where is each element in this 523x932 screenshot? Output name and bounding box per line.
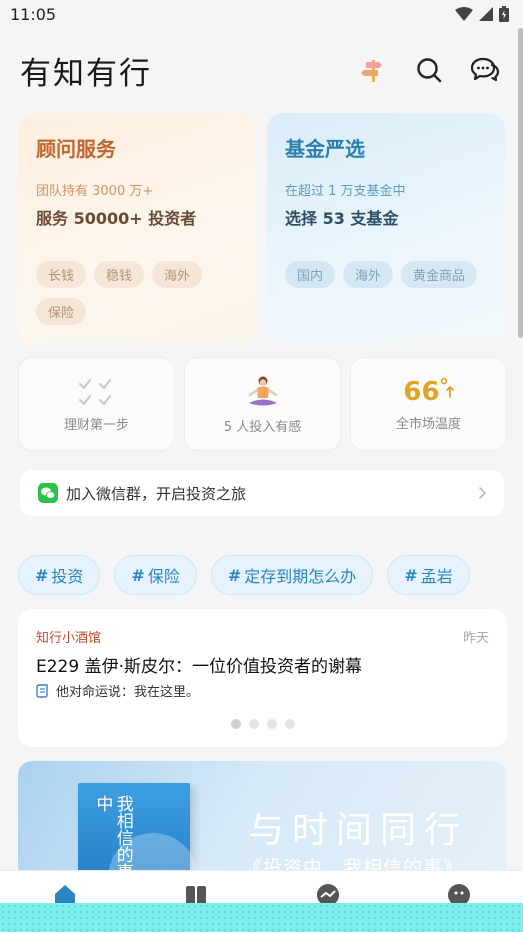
topic-chip[interactable]: # 孟岩 [387,555,470,595]
fund-card-title: 基金严选 [285,137,365,161]
fund-tag[interactable]: 黄金商品 [401,261,478,288]
advisor-tags: 长钱 稳钱 海外 保险 [36,261,236,325]
messages-button[interactable] [469,54,501,86]
chevron-right-icon [479,487,486,499]
temperature-value: 66 [403,376,454,407]
fund-selection-card[interactable]: 基金严选 在超过 1 万支基金中 选择 53 支基金 国内 海外 黄金商品 [267,113,505,343]
advisor-tag[interactable]: 保险 [36,298,87,325]
checklist-icon [78,378,111,405]
temperature-label: 全市场温度 [395,416,461,432]
advisor-tag[interactable]: 稳钱 [94,261,145,288]
search-icon [417,58,442,83]
carousel-dots [18,719,507,729]
podcast-quote: 他对命运说：我在这里。 [36,681,489,700]
fund-tags: 国内 海外 黄金商品 [285,261,485,288]
fund-card-headline: 选择 53 支基金 [285,209,399,228]
meditation-icon [248,376,277,405]
advisor-card-subtitle: 团队持有 3000 万+ [36,184,154,199]
advisor-card-title: 顾问服务 [36,137,116,161]
status-bar: 11:05 [0,0,523,28]
advisor-card-headline: 服务 50000+ 投资者 [36,209,197,228]
podcast-title: E229 盖伊·斯皮尔：一位价值投资者的谢幕 [36,657,362,677]
battery-icon [499,6,509,22]
app-title: 有知有行 [20,55,152,92]
topic-label: 投资 [51,567,84,586]
topic-label: 保险 [147,567,180,586]
fund-card-subtitle: 在超过 1 万支基金中 [285,184,406,199]
podcast-quote-text: 他对命运说：我在这里。 [56,685,200,700]
topic-chips: # 投资 # 保险 # 定存到期怎么办 # 孟岩 [18,555,470,595]
podcast-source: 知行小酒馆 [36,631,102,646]
search-button[interactable] [413,54,445,86]
first-step-card[interactable]: 理财第一步 [18,357,175,451]
investors-card[interactable]: 5 人投入有感 [184,357,341,451]
carousel-dot[interactable] [230,719,241,729]
temperature-up-icon [440,377,454,398]
carousel-dot[interactable] [266,719,277,729]
status-time: 11:05 [10,4,57,24]
chat-bubbles-icon [470,57,500,82]
topic-label: 定存到期怎么办 [244,567,357,586]
advisor-tag[interactable]: 海外 [152,261,203,288]
investors-label: 5 人投入有感 [223,419,302,435]
temperature-number: 66 [403,376,440,407]
fund-tag[interactable]: 国内 [285,261,336,288]
header: 有知有行 [0,40,523,100]
advisor-service-card[interactable]: 顾问服务 团队持有 3000 万+ 服务 50000+ 投资者 长钱 稳钱 海外… [18,113,256,343]
wechat-text: 加入微信群，开启投资之旅 [66,484,247,503]
podcast-time: 昨天 [462,631,489,646]
wechat-group-banner[interactable]: 加入微信群，开启投资之旅 [20,470,504,516]
header-actions [357,54,501,86]
scroll-icon [36,683,48,698]
status-icons [455,6,509,22]
bottom-overlay [0,903,523,932]
topic-chip[interactable]: # 保险 [114,555,197,595]
wifi-icon [455,7,473,21]
signal-icon [479,7,493,21]
topic-chip[interactable]: # 定存到期怎么办 [210,555,374,595]
hashtag-icon: # [131,565,145,585]
hashtag-icon: # [227,565,242,585]
podcast-card[interactable]: 知行小酒馆 昨天 E229 盖伊·斯皮尔：一位价值投资者的谢幕 他对命运说：我在… [18,609,507,747]
advisor-tag[interactable]: 长钱 [36,261,87,288]
podcast-meta: 知行小酒馆 昨天 [36,627,489,646]
hashtag-icon: # [404,565,418,585]
banner-headline: 与时间同行 [248,810,469,851]
signpost-button[interactable] [357,54,389,86]
market-temperature-card[interactable]: 66 全市场温度 [350,357,507,451]
topic-label: 孟岩 [420,567,453,586]
topic-chip[interactable]: # 投资 [18,555,101,595]
carousel-dot[interactable] [284,719,295,729]
fund-tag[interactable]: 海外 [343,261,394,288]
carousel-dot[interactable] [248,719,259,729]
hashtag-icon: # [35,565,49,585]
wechat-icon [38,483,58,503]
signpost-icon [361,60,382,82]
first-step-label: 理财第一步 [63,417,129,433]
